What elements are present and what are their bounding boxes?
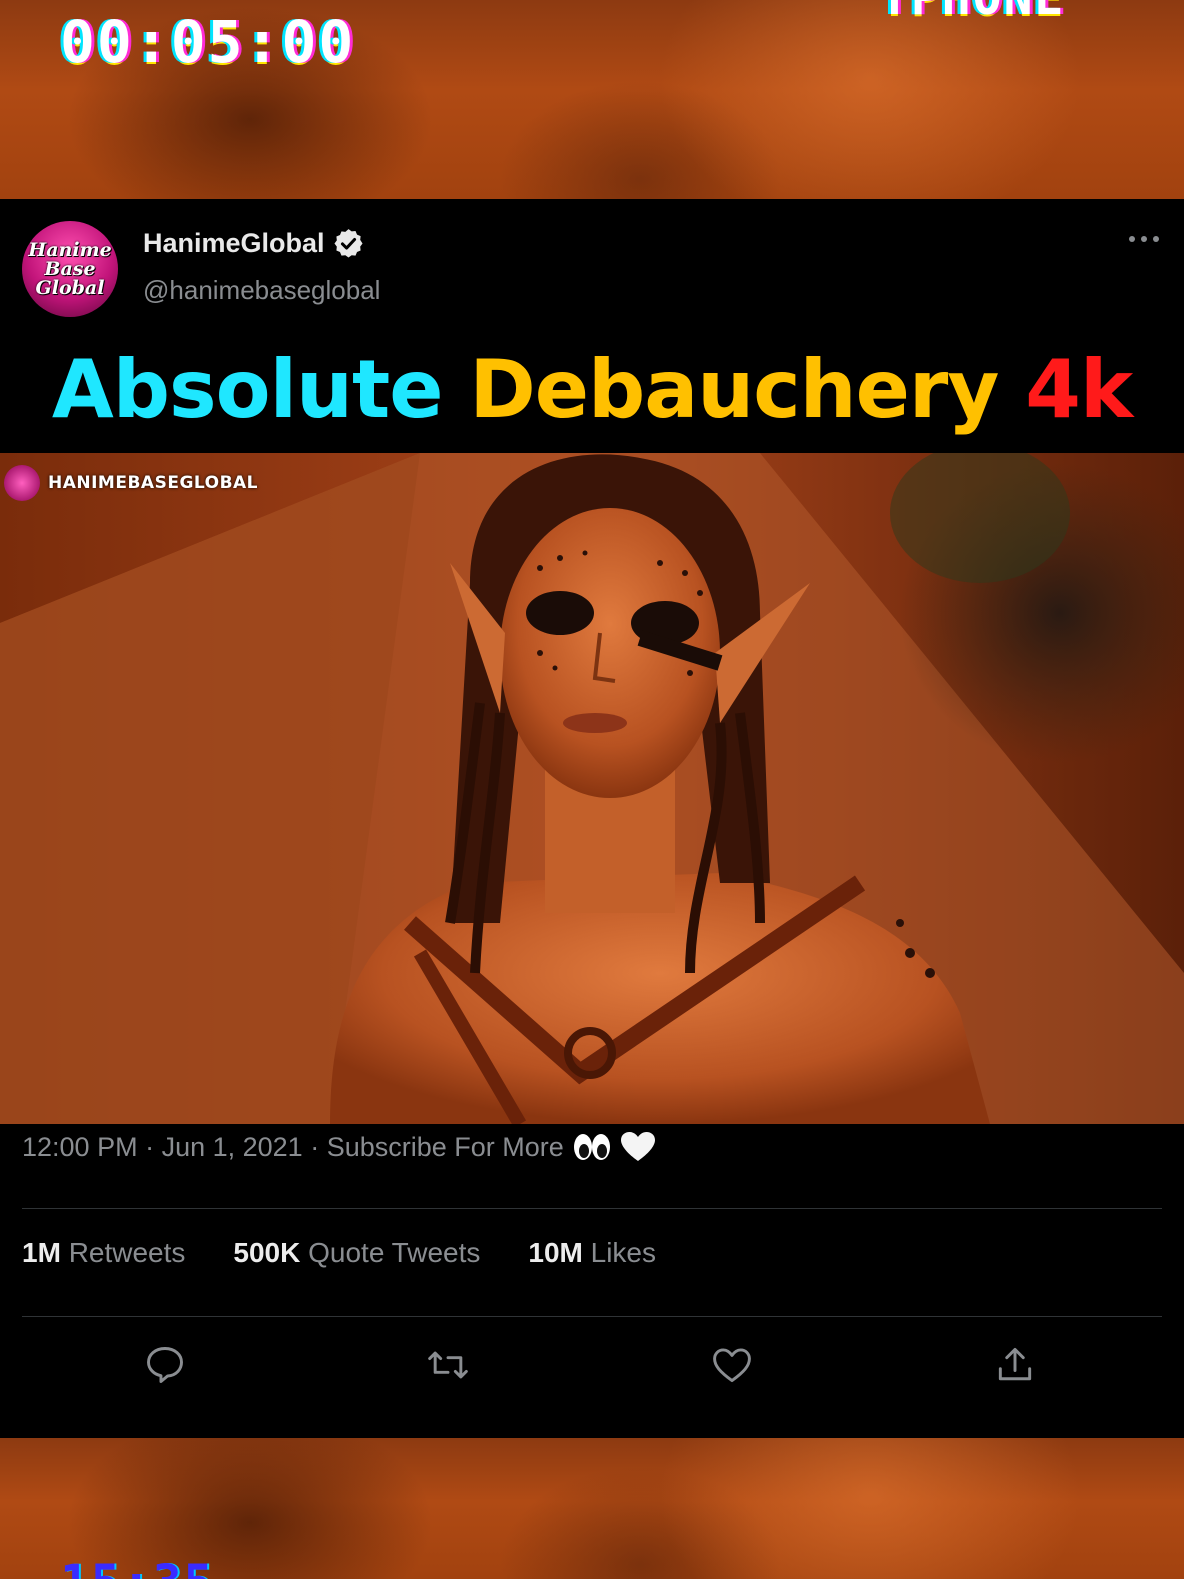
stat-quote-tweets[interactable]: 500K Quote Tweets xyxy=(233,1237,480,1269)
reply-button[interactable] xyxy=(135,1335,195,1395)
stat-likes[interactable]: 10M Likes xyxy=(528,1237,656,1269)
headline-word-1: Absolute xyxy=(51,343,444,436)
reply-icon xyxy=(147,1347,183,1383)
video-backdrop-top: 00:05:00 TPHONE xyxy=(0,0,1184,199)
retweet-icon xyxy=(428,1351,468,1379)
tweet-card: Hanime Base Global HanimeGlobal @hanimeb… xyxy=(0,199,1184,1438)
like-button[interactable] xyxy=(702,1335,762,1395)
headline-word-2: Debauchery xyxy=(469,343,999,436)
more-options-icon[interactable] xyxy=(1124,227,1164,251)
tweet-headline: Absolute Debauchery 4k xyxy=(0,342,1184,438)
tweet-source[interactable]: Subscribe For More xyxy=(327,1132,564,1163)
meta-separator: · xyxy=(137,1131,162,1162)
video-watermark: HANIMEBASEGLOBAL xyxy=(4,465,258,501)
stat-retweets[interactable]: 1M Retweets xyxy=(22,1237,185,1269)
vhs-timer: 00:05:00 xyxy=(60,8,356,76)
eyes-emoji-icon xyxy=(572,1132,612,1162)
like-icon xyxy=(713,1348,751,1383)
tweet-video[interactable]: HANIMEBASEGLOBAL xyxy=(0,453,1184,1124)
vhs-overlay-bottom: 15:35 xyxy=(0,1438,1184,1579)
share-icon xyxy=(998,1347,1032,1381)
tweet-actions xyxy=(0,1327,1184,1407)
tweet-time[interactable]: 12:00 PM xyxy=(22,1132,138,1163)
verified-badge-icon xyxy=(334,229,363,258)
tweet-stats: 1M Retweets 500K Quote Tweets 10M Likes xyxy=(22,1237,704,1269)
author-handle[interactable]: @hanimebaseglobal xyxy=(143,275,380,306)
stat-likes-count: 10M xyxy=(528,1237,583,1268)
stat-retweets-count: 1M xyxy=(22,1237,61,1268)
stat-quote-tweets-label: Quote Tweets xyxy=(308,1237,481,1268)
share-button[interactable] xyxy=(985,1335,1045,1395)
watermark-text: HANIMEBASEGLOBAL xyxy=(48,473,259,493)
video-frame xyxy=(0,453,1184,1124)
avatar-logo: Hanime Base Global xyxy=(28,238,112,299)
tweet-meta: 12:00 PM · Jun 1, 2021 · Subscribe For M… xyxy=(22,1131,656,1163)
meta-separator: · xyxy=(302,1131,327,1162)
vhs-overlay-top: 00:05:00 TPHONE xyxy=(0,0,1184,199)
stat-quote-tweets-count: 500K xyxy=(233,1237,301,1268)
vhs-bottom-label: 15:35 xyxy=(60,1555,215,1579)
watermark-logo-icon xyxy=(4,465,40,501)
headline-word-3: 4k xyxy=(1025,343,1133,436)
white-heart-emoji-icon xyxy=(620,1131,656,1163)
divider xyxy=(22,1316,1162,1317)
divider xyxy=(22,1208,1162,1209)
vhs-corner-label: TPHONE xyxy=(880,0,1065,26)
author-name-row: HanimeGlobal xyxy=(143,227,365,260)
stat-likes-label: Likes xyxy=(590,1237,657,1268)
display-name[interactable]: HanimeGlobal xyxy=(143,228,325,259)
tweet-date[interactable]: Jun 1, 2021 xyxy=(162,1132,303,1163)
stat-retweets-label: Retweets xyxy=(68,1237,186,1268)
avatar[interactable]: Hanime Base Global xyxy=(22,221,118,317)
retweet-button[interactable] xyxy=(418,1335,478,1395)
